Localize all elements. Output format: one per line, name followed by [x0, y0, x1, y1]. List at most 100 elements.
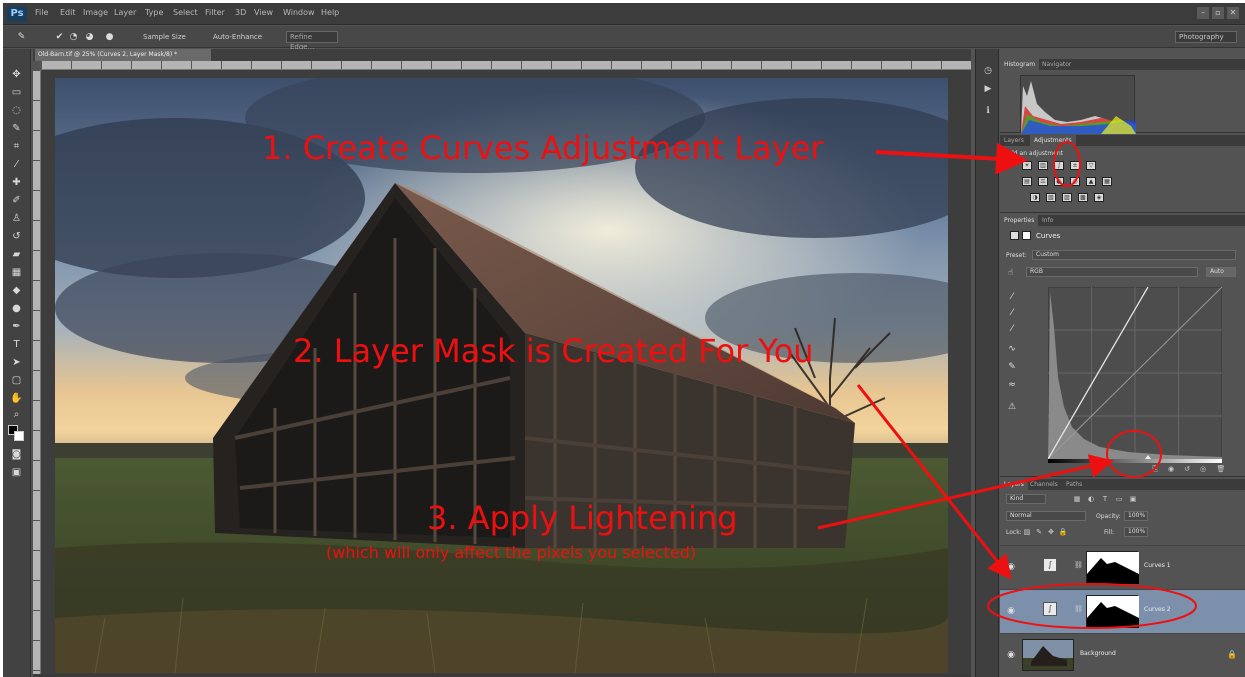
hand-tool-icon[interactable]: ✋	[10, 393, 23, 405]
black-white-icon[interactable]: ◐	[1054, 177, 1064, 186]
clipping-warning-icon[interactable]: ⚠	[1006, 401, 1018, 413]
filter-shape-icon[interactable]: ▭	[1114, 495, 1124, 504]
close-button[interactable]: ✕	[1227, 7, 1239, 19]
color-balance-icon[interactable]: ⚖	[1038, 177, 1048, 186]
tab-histogram[interactable]: Histogram	[1000, 59, 1040, 70]
type-tool-icon[interactable]: T	[10, 339, 23, 351]
maximize-button[interactable]: ▫	[1212, 7, 1224, 19]
visibility-toggle-icon[interactable]: ◎	[1198, 465, 1208, 474]
screen-mode-icon[interactable]: ▣	[10, 467, 23, 479]
layer-row-curves-2[interactable]: ◉ ∫ ⛓ Curves 2	[1000, 589, 1245, 633]
chain-link-icon[interactable]: ⛓	[1074, 605, 1083, 617]
menu-edit[interactable]: Edit	[60, 8, 76, 17]
marquee-tool-icon[interactable]: ▭	[10, 87, 23, 99]
document-tab[interactable]: Old-Barn.tif @ 25% (Curves 2, Layer Mask…	[35, 49, 211, 61]
eye-icon[interactable]: ◉	[1005, 649, 1017, 661]
filter-adjustment-icon[interactable]: ◐	[1086, 495, 1096, 504]
shape-tool-icon[interactable]: ▢	[10, 375, 23, 387]
reset-icon[interactable]: ↺	[1182, 465, 1192, 474]
menu-select[interactable]: Select	[173, 8, 198, 17]
dodge-tool-icon[interactable]: ●	[10, 303, 23, 315]
black-point-eyedropper-icon[interactable]: ⁄	[1006, 291, 1018, 303]
gradient-tool-icon[interactable]: ▦	[10, 267, 23, 279]
refine-edge-button[interactable]: Refine Edge...	[286, 31, 338, 51]
barn-photo[interactable]	[55, 78, 948, 673]
tab-channels[interactable]: Channels	[1026, 479, 1062, 490]
menu-view[interactable]: View	[254, 8, 273, 17]
layer-mask-thumbnail[interactable]	[1086, 551, 1139, 584]
clone-stamp-icon[interactable]: ♙	[10, 213, 23, 225]
opacity-field[interactable]: 100%	[1124, 511, 1148, 521]
history-panel-icon[interactable]: ◷	[982, 65, 994, 77]
path-select-icon[interactable]: ➤	[10, 357, 23, 369]
background-color-swatch[interactable]	[14, 431, 24, 441]
lock-position-icon[interactable]: ✥	[1046, 528, 1056, 537]
blend-mode-select[interactable]: Normal	[1006, 511, 1086, 521]
tab-paths[interactable]: Paths	[1062, 479, 1086, 490]
layer-row-background[interactable]: ◉ Background 🔒	[1000, 633, 1245, 677]
sample-all-layers-checkbox[interactable]: Sample Size	[143, 33, 186, 41]
selective-color-icon[interactable]: ◈	[1094, 193, 1104, 202]
lasso-tool-icon[interactable]: ◌	[10, 105, 23, 117]
menu-layer[interactable]: Layer	[114, 8, 136, 17]
posterize-icon[interactable]: ▧	[1046, 193, 1056, 202]
new-selection-icon[interactable]: ✔	[53, 31, 66, 43]
view-previous-icon[interactable]: ◉	[1166, 465, 1176, 474]
exposure-icon[interactable]: ±	[1070, 161, 1080, 170]
tab-adjustments[interactable]: Adjustments	[1030, 135, 1076, 146]
auto-button[interactable]: Auto	[1206, 267, 1236, 277]
blur-tool-icon[interactable]: ◆	[10, 285, 23, 297]
tab-layers[interactable]: Layers	[1000, 479, 1028, 490]
smooth-curve-icon[interactable]: ≈	[1006, 379, 1018, 391]
white-point-eyedropper-icon[interactable]: ⁄	[1006, 323, 1018, 335]
clip-to-layer-icon[interactable]: ⎘	[1150, 465, 1160, 474]
menu-window[interactable]: Window	[283, 8, 315, 17]
zoom-tool-icon[interactable]: ⌕	[10, 409, 23, 421]
info-panel-icon[interactable]: ℹ	[982, 105, 994, 117]
photo-filter-icon[interactable]: ◎	[1070, 177, 1080, 186]
brush-tool-icon[interactable]: ✐	[10, 195, 23, 207]
tab-navigator[interactable]: Navigator	[1038, 59, 1075, 70]
chain-link-icon[interactable]: ⛓	[1074, 561, 1083, 573]
eyedropper-tool-icon[interactable]: ⁄	[10, 159, 23, 171]
filter-smart-icon[interactable]: ▣	[1128, 495, 1138, 504]
levels-icon[interactable]: ▥	[1038, 161, 1048, 170]
history-brush-icon[interactable]: ↺	[10, 231, 23, 243]
lock-image-icon[interactable]: ✎	[1034, 528, 1044, 537]
hue-saturation-icon[interactable]: ▤	[1022, 177, 1032, 186]
kind-filter-select[interactable]: Kind	[1006, 494, 1046, 504]
healing-brush-icon[interactable]: ✚	[10, 177, 23, 189]
subtract-selection-icon[interactable]: ◕	[83, 31, 96, 43]
eye-icon[interactable]: ◉	[1005, 561, 1017, 573]
color-lookup-icon[interactable]: ▦	[1102, 177, 1112, 186]
quick-select-tool-icon[interactable]: ✎	[15, 31, 28, 43]
move-tool-icon[interactable]: ✥	[10, 69, 23, 81]
crop-tool-icon[interactable]: ⌗	[10, 141, 23, 153]
menu-image[interactable]: Image	[83, 8, 108, 17]
channel-mixer-icon[interactable]: ▲	[1086, 177, 1096, 186]
tab-properties[interactable]: Properties	[1000, 215, 1039, 226]
filter-type-icon[interactable]: T	[1100, 495, 1110, 504]
vibrance-icon[interactable]: ▽	[1086, 161, 1096, 170]
brightness-contrast-icon[interactable]: ☀	[1022, 161, 1032, 170]
delete-adjustment-icon[interactable]: 🗑	[1216, 465, 1226, 474]
curves-icon[interactable]: ∫	[1054, 161, 1064, 170]
quick-mask-icon[interactable]: ◙	[10, 449, 23, 461]
threshold-icon[interactable]: ▨	[1062, 193, 1072, 202]
layer-mask-thumbnail[interactable]	[1086, 595, 1139, 628]
actions-panel-icon[interactable]: ▶	[982, 83, 994, 95]
pen-tool-icon[interactable]: ✒	[10, 321, 23, 333]
edit-points-icon[interactable]: ∿	[1006, 343, 1018, 355]
auto-enhance-checkbox[interactable]: Auto-Enhance	[213, 33, 262, 41]
curves-graph[interactable]	[1047, 286, 1223, 460]
tab-info[interactable]: Info	[1038, 215, 1057, 226]
tab-layers-top[interactable]: Layers	[1000, 135, 1028, 146]
layer-row-curves-1[interactable]: ◉ ∫ ⛓ Curves 1	[1000, 545, 1245, 589]
fill-field[interactable]: 100%	[1124, 527, 1148, 537]
minimize-button[interactable]: –	[1197, 7, 1209, 19]
gradient-map-icon[interactable]: ▩	[1078, 193, 1088, 202]
menu-filter[interactable]: Filter	[205, 8, 225, 17]
pencil-curve-icon[interactable]: ✎	[1006, 361, 1018, 373]
lock-transparent-icon[interactable]: ▨	[1022, 528, 1032, 537]
add-selection-icon[interactable]: ◔	[67, 31, 80, 43]
